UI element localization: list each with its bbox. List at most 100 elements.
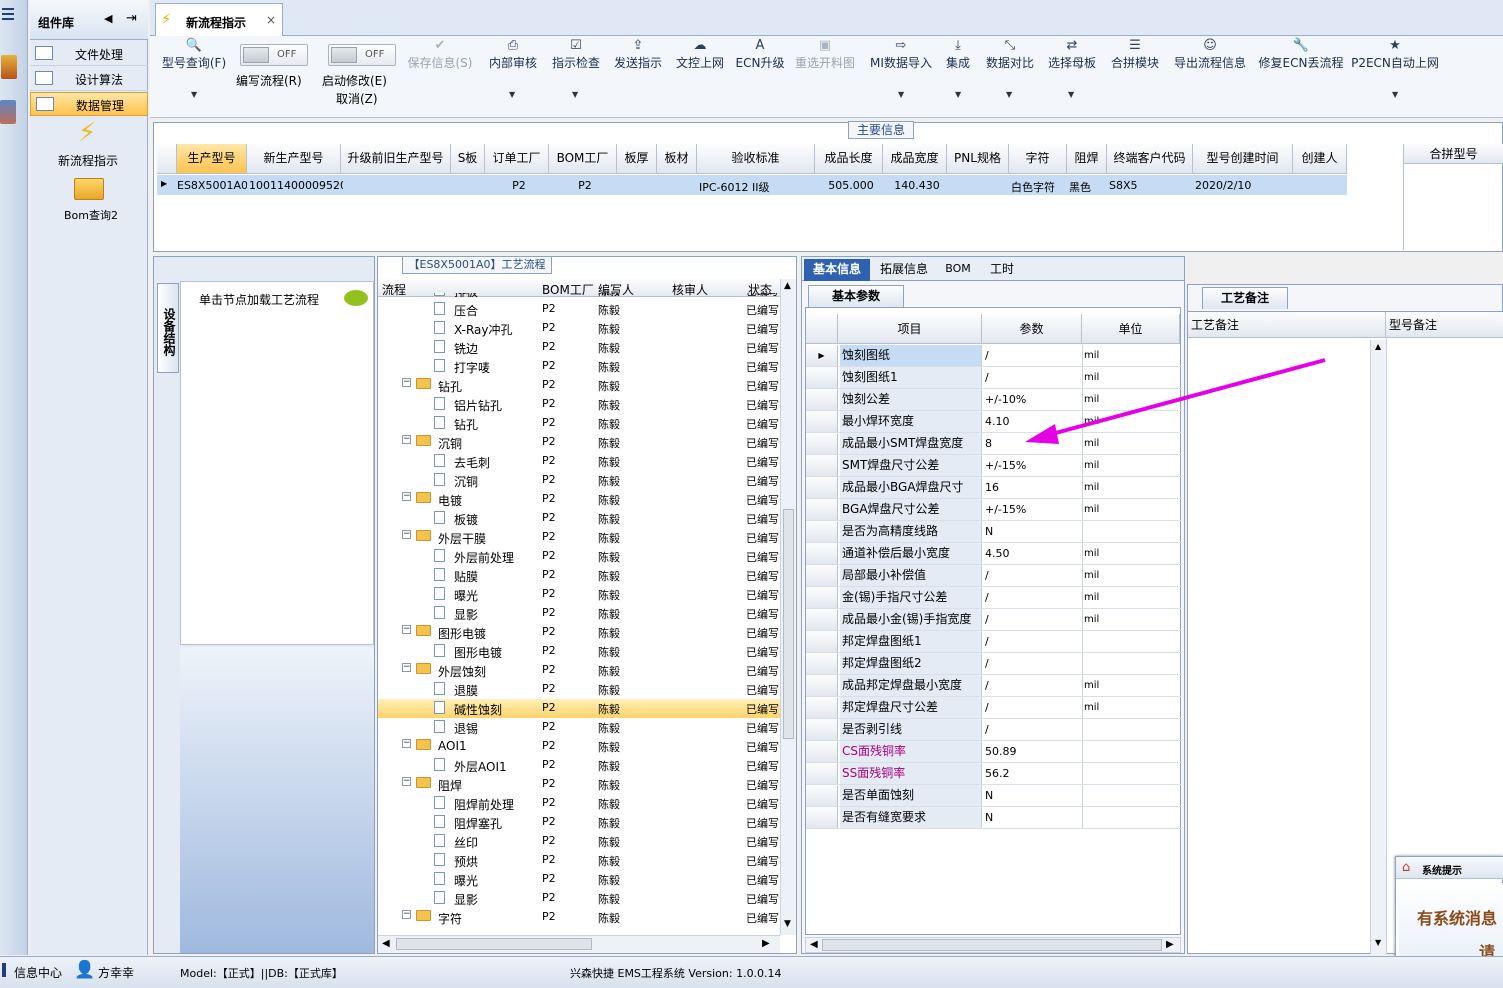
chevron-down-icon[interactable]: ▼	[572, 90, 578, 99]
param-row[interactable]: 是否单面蚀刻 N	[806, 785, 1182, 807]
tab-extended-info[interactable]: 拓展信息	[874, 259, 934, 281]
param-row[interactable]: 通道补偿后最小宽度 4.50 mil	[806, 543, 1182, 565]
tree-row[interactable]: − 字符 P2 陈毅 已编写	[378, 908, 779, 927]
collapse-icon[interactable]: −	[402, 625, 411, 634]
param-value[interactable]: /	[985, 349, 989, 362]
param-value[interactable]: N	[985, 789, 993, 802]
params-h-scrollbar[interactable]: ◀ ▶	[805, 937, 1181, 953]
param-row[interactable]: 金(锡)手指尺寸公差 / mil	[806, 587, 1182, 609]
save-info-button[interactable]: ✔ 保存信息(S)	[404, 38, 476, 71]
tree-row[interactable]: − 沉铜 P2 陈毅 已编写	[378, 433, 779, 452]
scroll-up-icon[interactable]: ▲	[784, 281, 791, 291]
reselect-cutting-button[interactable]: ▣ 重选开料图	[792, 38, 858, 71]
scroll-right-icon[interactable]: ▶	[1166, 939, 1174, 950]
param-row[interactable]: BGA焊盘尺寸公差 +/-15% mil	[806, 499, 1182, 521]
chevron-down-icon[interactable]: ▼	[1392, 90, 1398, 99]
tree-row[interactable]: 预烘 P2 陈毅 已编写	[378, 851, 779, 870]
param-value[interactable]: 4.50	[985, 547, 1010, 560]
repair-ecn-button[interactable]: 🔧 修复ECN丢流程	[1258, 38, 1344, 71]
scroll-down-icon[interactable]: ▼	[784, 919, 791, 929]
tree-row[interactable]: 压合 P2 陈毅 已编写	[378, 300, 779, 319]
factory-icon[interactable]	[1, 55, 17, 79]
tab-new-flow[interactable]: ⚡ 新流程指示 ×	[155, 3, 283, 36]
column-header[interactable]: PNL规格	[947, 144, 1009, 174]
param-value[interactable]: 4.10	[985, 415, 1010, 428]
param-value[interactable]: /	[985, 569, 989, 582]
param-row[interactable]: 是否剥引线 /	[806, 719, 1182, 741]
menu-icon[interactable]	[2, 8, 14, 22]
table-row[interactable]: ▶ ES8X5001A0 10011400009520 P2 P2 IPC-6012 II…	[157, 175, 1347, 195]
sidebar-item-data-management[interactable]: 数据管理	[30, 92, 148, 116]
scroll-up-icon[interactable]: ▲	[1375, 342, 1381, 351]
vertical-scrollbar[interactable]: ▲ ▼	[780, 279, 796, 935]
tree-row[interactable]: 板镀 P2 陈毅 已编写	[378, 509, 779, 528]
ecn-upgrade-button[interactable]: A ECN升级	[732, 38, 788, 71]
column-header[interactable]: 板材	[657, 144, 697, 174]
remarks-tab[interactable]: 工艺备注	[1202, 287, 1288, 309]
doc-control-publish-button[interactable]: ☁ 文控上网	[670, 38, 730, 71]
cancel-label[interactable]: 取消(Z)	[336, 90, 378, 107]
internal-review-button[interactable]: ⎙ 内部审核	[480, 38, 546, 71]
merge-module-button[interactable]: ☰ 合拼模块	[1106, 38, 1164, 71]
chevron-down-icon[interactable]: ▼	[1068, 90, 1074, 99]
send-instruction-button[interactable]: ⇪ 发送指示	[608, 38, 668, 71]
column-header[interactable]: 订单工厂	[485, 144, 549, 174]
pin-icon[interactable]: ⇥	[126, 11, 137, 26]
sidebar-item-file[interactable]: 文件处理	[30, 42, 148, 66]
param-row[interactable]: 成品最小BGA焊盘尺寸 16 mil	[806, 477, 1182, 499]
param-row[interactable]: 是否为高精度线路 N	[806, 521, 1182, 543]
tree-row[interactable]: 退锡 P2 陈毅 已编写	[378, 718, 779, 737]
collapse-icon[interactable]: −	[402, 530, 411, 539]
tree-row[interactable]: 外层AOI1 P2 陈毅 已编写	[378, 756, 779, 775]
param-value[interactable]: +/-15%	[985, 503, 1026, 516]
chevron-down-icon[interactable]: ▼	[509, 90, 515, 99]
collapse-icon[interactable]: −	[402, 739, 411, 748]
column-header[interactable]: BOM工厂	[549, 144, 617, 174]
param-value[interactable]: /	[985, 635, 989, 648]
tree-row[interactable]: − AOI1 P2 陈毅 已编写	[378, 737, 779, 756]
param-row[interactable]: 成品邦定焊盘最小宽度 / mil	[806, 675, 1182, 697]
select-mother-board-button[interactable]: ⇄ 选择母板	[1044, 38, 1100, 71]
chevron-down-icon[interactable]: ▼	[898, 90, 904, 99]
tree-row[interactable]: 曝光 P2 陈毅 已编写	[378, 585, 779, 604]
instruction-check-button[interactable]: ☑ 指示检查	[546, 38, 606, 71]
tree-row[interactable]: 钻孔 P2 陈毅 已编写	[378, 414, 779, 433]
param-value[interactable]: 56.2	[985, 767, 1010, 780]
column-header[interactable]: 成品长度	[815, 144, 883, 174]
param-value[interactable]: N	[985, 525, 993, 538]
param-value[interactable]: 8	[985, 437, 992, 450]
tree-row[interactable]: 铝片钻孔 P2 陈毅 已编写	[378, 395, 779, 414]
column-header[interactable]: 阻焊	[1067, 144, 1107, 174]
tree-row[interactable]: 显影 P2 陈毅 已编写	[378, 604, 779, 623]
column-header[interactable]: 新生产型号	[247, 144, 341, 174]
param-value[interactable]: N	[985, 811, 993, 824]
param-value[interactable]: 16	[985, 481, 999, 494]
tree-row[interactable]: − 钻孔 P2 陈毅 已编写	[378, 376, 779, 395]
info-center-link[interactable]: 信息中心	[14, 964, 62, 981]
remarks-scrollbar[interactable]: ▲ ▼	[1370, 340, 1386, 954]
tree-row[interactable]: 丝印 P2 陈毅 已编写	[378, 832, 779, 851]
sidebar-item-algorithm[interactable]: 设计算法	[30, 67, 148, 91]
basic-params-tab[interactable]: 基本参数	[808, 285, 904, 307]
param-row[interactable]: CS面残铜率 50.89	[806, 741, 1182, 763]
collapse-icon[interactable]: −	[402, 663, 411, 672]
param-value[interactable]: /	[985, 613, 989, 626]
sidebar-subitem-new-flow[interactable]: ⚡ 新流程指示	[30, 118, 148, 170]
model-query-button[interactable]: 🔍 型号查询(F)	[158, 38, 230, 71]
tree-row[interactable]: − 外层干膜 P2 陈毅 已编写	[378, 528, 779, 547]
tree-row[interactable]: − 阻焊 P2 陈毅 已编写	[378, 775, 779, 794]
scroll-down-icon[interactable]: ▼	[1375, 938, 1381, 947]
tab-bom[interactable]: BOM	[940, 259, 976, 281]
tab-basic-info[interactable]: 基本信息	[804, 259, 870, 281]
param-row[interactable]: 邦定焊盘尺寸公差 / mil	[806, 697, 1182, 719]
scroll-thumb[interactable]	[822, 939, 1162, 951]
param-value[interactable]: /	[985, 591, 989, 604]
param-value[interactable]: /	[985, 679, 989, 692]
param-row[interactable]: 是否有缝宽要求 N	[806, 807, 1182, 829]
horizontal-scrollbar[interactable]: ◀ ▶	[378, 935, 780, 953]
column-header[interactable]: 终端客户代码	[1107, 144, 1193, 174]
collapse-icon[interactable]: −	[402, 777, 411, 786]
scroll-left-icon[interactable]: ◀	[382, 938, 390, 949]
tree-row[interactable]: 退膜 P2 陈毅 已编写	[378, 680, 779, 699]
collapse-left-icon[interactable]: ◀	[104, 12, 112, 25]
